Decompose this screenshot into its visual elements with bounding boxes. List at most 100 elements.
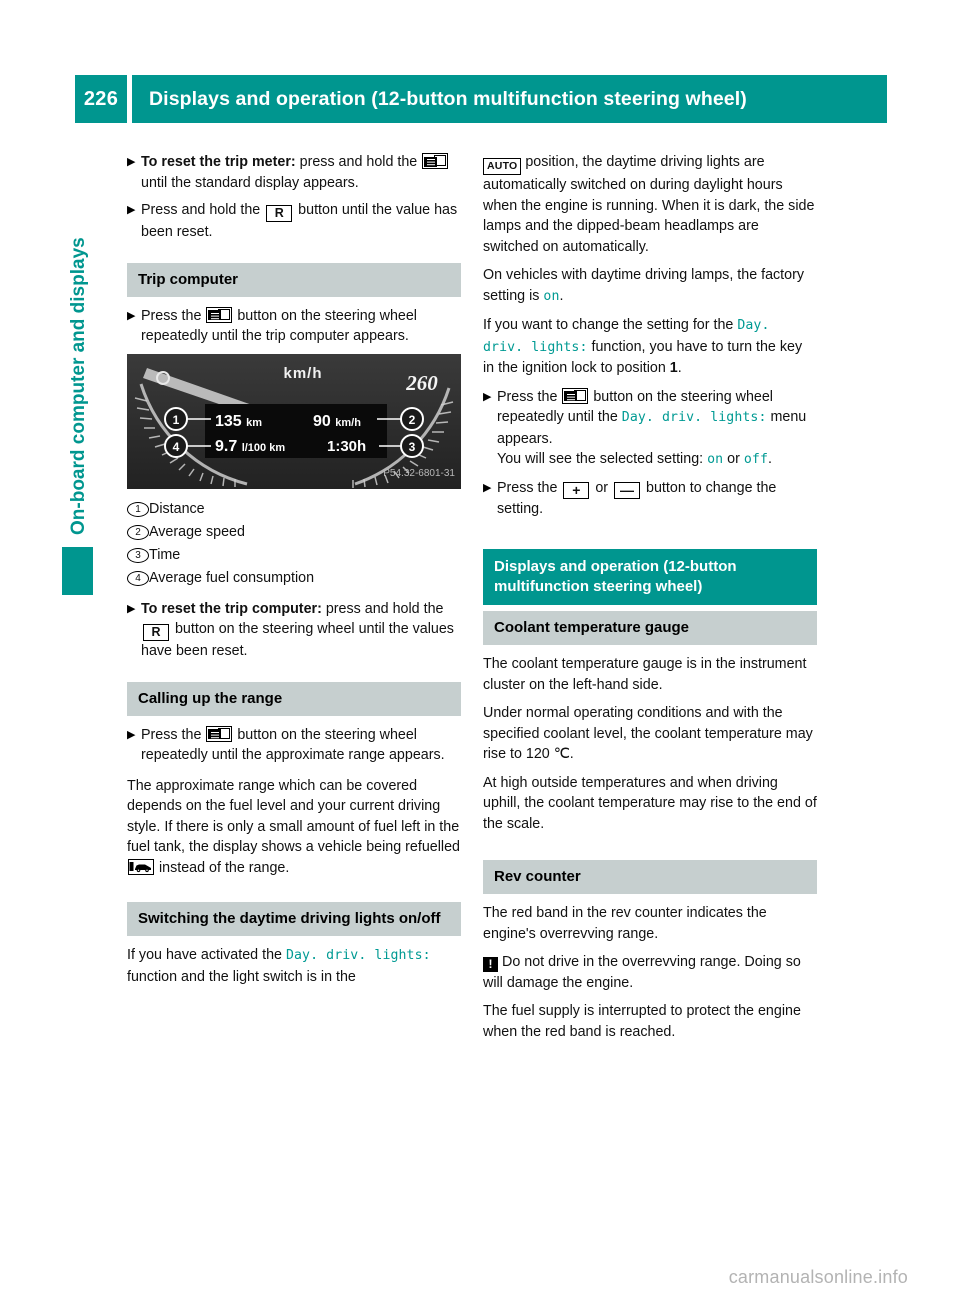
legend-label: Distance [149, 500, 205, 517]
rev-counter-paragraph-2: The fuel supply is interrupted to protec… [483, 1003, 801, 1040]
step-open-trip-computer: ▶ Press the button on the steering wheel… [127, 306, 461, 347]
step-bullet-icon: ▶ [127, 309, 136, 322]
factory-text-after-ui: . [559, 287, 564, 304]
legend-item: 4 Average fuel consumption [127, 568, 461, 589]
step-text-before-icon: Press the [497, 479, 562, 496]
step-change-setting: ▶ Press the + or — button to change the … [483, 478, 817, 520]
svg-text:P54.32-6801-31: P54.32-6801-31 [383, 468, 455, 479]
step-text-before-icon: Press the [497, 388, 562, 405]
coolant-paragraph-3: At high outside temperatures and when dr… [483, 774, 817, 832]
selected-setting-after: . [767, 451, 772, 467]
step-bullet-icon: ▶ [127, 728, 136, 741]
auto-paragraph-text: position, the daytime driving lights are… [483, 154, 815, 255]
change-setting-paragraph: If you want to change the setting for th… [483, 315, 817, 379]
callout-number-icon: 1 [127, 501, 149, 517]
step-text-before-icon: press and hold the [295, 154, 422, 170]
factory-text-before-ui: On vehicles with daytime driving lamps, … [483, 267, 805, 304]
step-text: Press and hold the R button until the va… [141, 200, 461, 243]
step-text: To reset the trip meter: press and hold … [141, 152, 461, 193]
daytime-text-after-ui: function and the light switch is in the [127, 968, 356, 985]
step-open-daytime-lights-menu: ▶ Press the button on the steering wheel… [483, 387, 817, 471]
step-bold-lead: To reset the trip meter: [141, 154, 296, 170]
reset-button-icon: R [266, 205, 293, 222]
minus-button-icon: — [614, 481, 641, 499]
step-hold-reset-button: ▶ Press and hold the R button until the … [127, 200, 461, 243]
warning-icon: ! [483, 957, 498, 972]
svg-text:260: 260 [405, 371, 438, 395]
range-text-before-icon: The approximate range which can be cover… [127, 777, 461, 856]
rev-counter-paragraph-1: The red band in the rev counter indicate… [483, 905, 767, 942]
step-text: Press the + or — button to change the se… [497, 478, 817, 520]
refuel-vehicle-icon [128, 858, 154, 875]
step-reset-trip-meter: ▶ To reset the trip meter: press and hol… [127, 152, 461, 193]
legend-item: 2 Average speed [127, 522, 461, 543]
legend-label: Average fuel consumption [149, 569, 315, 586]
right-column: AUTO position, the daytime driving light… [483, 152, 817, 1050]
page-title: Displays and operation (12-button multif… [132, 75, 887, 123]
change-text-before-ui: If you want to change the setting for th… [483, 317, 738, 333]
step-text-before-icon: Press the [141, 307, 206, 324]
instrument-cluster-illustration: km/h 260 135 km 90 km/h 9.7 l/100 km 1:3… [127, 353, 461, 489]
auto-position-paragraph: AUTO position, the daytime driving light… [483, 152, 817, 257]
step-reset-trip-computer: ▶ To reset the trip computer: press and … [127, 599, 461, 662]
left-column: ▶ To reset the trip meter: press and hol… [127, 152, 461, 995]
reset-button-icon: R [143, 624, 169, 641]
section-heading-calling-up-range: Calling up the range [127, 681, 461, 716]
step-text-after-icon: until the standard display appears. [141, 174, 359, 191]
legend-label: Average speed [149, 523, 245, 540]
ui-string-on: on [707, 452, 724, 467]
ui-string-day-driv-lights: Day. driv. lights: [621, 410, 767, 425]
section-heading-displays-and-operation: Displays and operation (12-button multif… [483, 549, 817, 605]
svg-text:2: 2 [409, 413, 416, 427]
range-description: The approximate range which can be cover… [127, 776, 461, 879]
section-heading-trip-computer: Trip computer [127, 262, 461, 297]
selected-setting-mid: or [723, 451, 744, 467]
step-text-after-icon: button on the steering wheel until the v… [141, 621, 454, 659]
legend-item: 3 Time [127, 545, 461, 566]
menu-display-button-icon [422, 153, 449, 169]
coolant-paragraph-1: The coolant temperature gauge is in the … [483, 656, 807, 693]
step-text-before-icon: Press the [141, 726, 206, 743]
daytime-text-before-ui: If you have activated the [127, 947, 286, 963]
step-text: To reset the trip computer: press and ho… [141, 599, 461, 662]
step-bullet-icon: ▶ [483, 481, 492, 494]
manual-page: 226 Displays and operation (12-button mu… [0, 0, 960, 1302]
svg-text:1: 1 [173, 413, 180, 427]
section-heading-daytime-driving-lights: Switching the daytime driving lights on/… [127, 902, 461, 936]
svg-text:1:30h: 1:30h [327, 438, 366, 455]
step-text-mid: or [591, 479, 613, 496]
chapter-side-tab-label: On-board computer and displays [68, 237, 89, 535]
rev-counter-warning: ! Do not drive in the overrevving range. … [483, 952, 817, 993]
step-bullet-icon: ▶ [127, 602, 136, 615]
page-header: 226 Displays and operation (12-button mu… [75, 75, 887, 123]
chapter-side-tab-marker [62, 547, 93, 595]
ignition-position-number: 1 [669, 360, 678, 376]
step-text: Press the button on the steering wheel r… [497, 387, 817, 471]
menu-display-button-icon [206, 725, 233, 742]
menu-display-button-icon [206, 306, 233, 323]
callout-number-icon: 2 [127, 524, 149, 540]
chapter-side-tab: On-board computer and displays [62, 155, 96, 595]
footer-watermark: carmanualsonline.info [728, 1267, 908, 1287]
factory-setting-paragraph: On vehicles with daytime driving lamps, … [483, 265, 817, 307]
coolant-paragraph-2: Under normal operating conditions and wi… [483, 705, 813, 762]
plus-button-icon: + [563, 481, 590, 499]
step-call-up-range: ▶ Press the button on the steering wheel… [127, 725, 461, 766]
svg-text:km/h: km/h [283, 365, 322, 382]
auto-badge-icon: AUTO [483, 158, 522, 175]
step-bullet-icon: ▶ [127, 156, 136, 168]
step-text-before-icon: press and hold the [321, 600, 444, 617]
step-text: Press the button on the steering wheel r… [141, 306, 461, 347]
ui-string-day-driv-lights: Day. driv. lights: [285, 948, 431, 963]
change-text-after: . [677, 360, 682, 376]
callout-number-icon: 3 [127, 547, 149, 563]
warning-text: Do not drive in the overrevving range. D… [483, 954, 801, 991]
step-text-before-icon: Press and hold the [141, 202, 265, 218]
range-text-after-icon: instead of the range. [155, 859, 290, 876]
ui-string-off: off [743, 452, 768, 467]
step-bullet-icon: ▶ [483, 390, 492, 403]
svg-text:4: 4 [173, 440, 180, 454]
legend-label: Time [149, 546, 181, 563]
svg-text:3: 3 [409, 440, 416, 454]
step-bullet-icon: ▶ [127, 204, 136, 216]
